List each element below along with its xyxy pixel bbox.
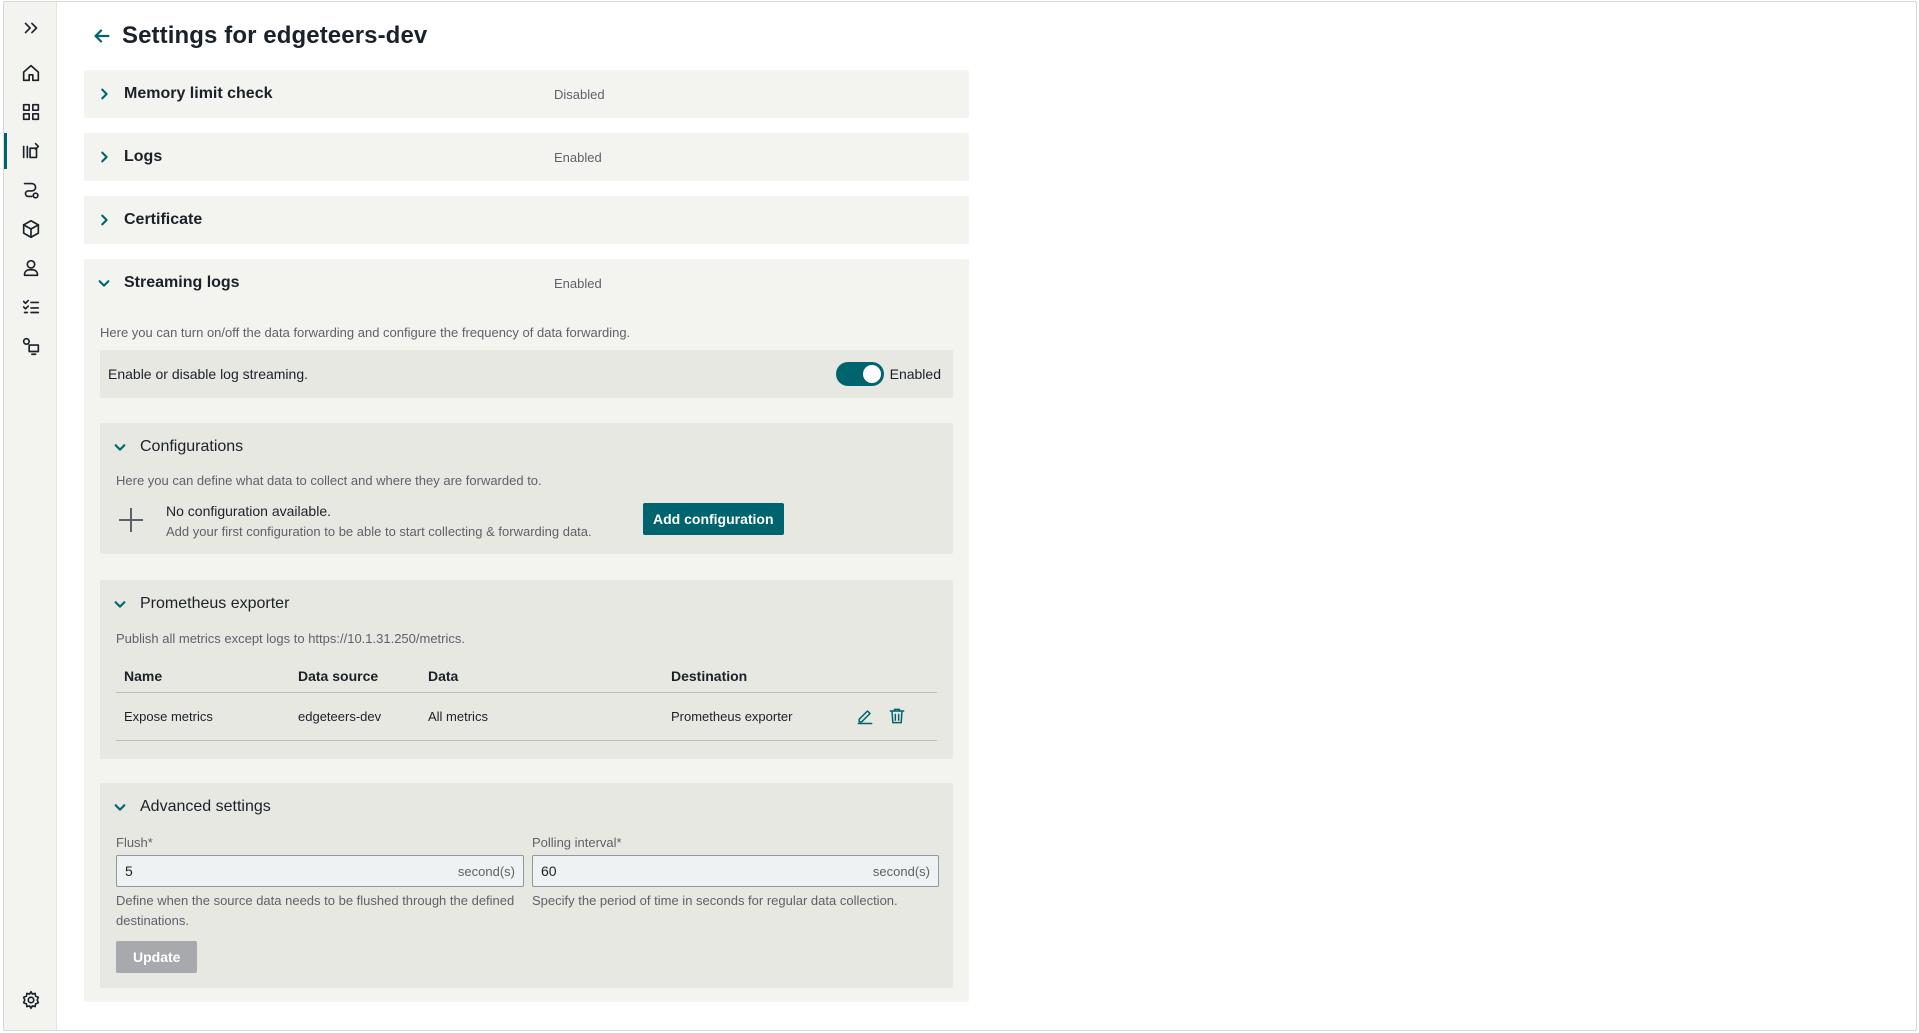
- chevron-right-icon: [101, 88, 108, 100]
- page-header: Settings for edgeteers-dev: [84, 20, 427, 52]
- chevron-down-icon: [98, 280, 110, 287]
- memory-limit-panel: Memory limit check Disabled: [84, 70, 969, 118]
- prometheus-exporter-panel: Prometheus exporter Publish all metrics …: [100, 580, 953, 759]
- sidebar-item-dashboard[interactable]: [4, 92, 57, 132]
- advanced-settings-panel: Advanced settings Flush* second(s) Defin…: [100, 783, 953, 988]
- polling-label: Polling interval*: [532, 835, 622, 850]
- cell-name: Expose metrics: [116, 692, 290, 741]
- column-header-data-source: Data source: [290, 660, 420, 693]
- sidebar-item-workflow[interactable]: [4, 170, 57, 210]
- certificate-panel: Certificate: [84, 196, 969, 244]
- checklist-icon: [22, 299, 39, 314]
- plus-icon: [116, 505, 146, 535]
- sidebar-item-settings[interactable]: [4, 980, 57, 1020]
- flush-field: second(s): [116, 855, 524, 887]
- sidebar: [4, 2, 57, 1030]
- library-icon: [22, 142, 39, 159]
- polling-field: second(s): [532, 855, 939, 887]
- column-header-name: Name: [116, 660, 290, 693]
- toggle-label: Enable or disable log streaming.: [108, 366, 309, 382]
- certificate-header[interactable]: Certificate: [84, 196, 969, 244]
- sub-title: Advanced settings: [140, 798, 271, 815]
- back-button[interactable]: [86, 20, 118, 52]
- polling-help: Specify the period of time in seconds fo…: [532, 893, 898, 908]
- gear-icon: [22, 990, 39, 1010]
- table-header-row: Name Data source Data Destination: [116, 660, 937, 693]
- streaming-logs-header[interactable]: Streaming logs Enabled: [84, 259, 969, 307]
- configurations-header[interactable]: Configurations: [100, 423, 243, 471]
- expand-icon: [24, 22, 37, 34]
- panel-title: Certificate: [124, 211, 203, 228]
- prometheus-exporter-header[interactable]: Prometheus exporter: [100, 580, 289, 628]
- empty-title: No configuration available.: [166, 503, 331, 519]
- column-header-destination: Destination: [663, 660, 843, 693]
- memory-limit-header[interactable]: Memory limit check Disabled: [84, 70, 969, 118]
- empty-text: Add your first configuration to be able …: [166, 524, 592, 539]
- home-icon: [22, 64, 39, 82]
- chevron-right-icon: [101, 151, 108, 163]
- panel-title: Memory limit check: [124, 85, 273, 102]
- arrow-left-icon: [94, 29, 110, 43]
- sub-title: Configurations: [140, 438, 244, 455]
- delete-button[interactable]: [883, 702, 911, 730]
- panel-title: Logs: [124, 148, 163, 165]
- streaming-description: Here you can turn on/off the data forwar…: [100, 325, 631, 340]
- empty-state: No configuration available. Add your fir…: [116, 503, 592, 539]
- log-streaming-toggle-row: Enable or disable log streaming. Enabled: [100, 350, 953, 398]
- column-header-actions: [843, 660, 937, 693]
- sub-title: Prometheus exporter: [140, 595, 290, 612]
- dashboard-grid-icon: [22, 103, 39, 121]
- add-configuration-button[interactable]: Add configuration: [643, 503, 784, 535]
- panel-title: Streaming logs: [124, 274, 240, 291]
- edit-button[interactable]: [851, 702, 879, 730]
- toggle-state: Enabled: [889, 366, 941, 382]
- logs-header[interactable]: Logs Enabled: [84, 133, 969, 181]
- app-frame: Settings for edgeteers-dev Memory limit …: [3, 1, 1917, 1031]
- cell-destination: Prometheus exporter: [663, 692, 843, 741]
- cell-actions: [843, 692, 937, 741]
- sidebar-item-home[interactable]: [4, 53, 57, 93]
- user-icon: [23, 259, 38, 277]
- column-header-data: Data: [420, 660, 663, 693]
- logs-panel: Logs Enabled: [84, 133, 969, 181]
- chevron-right-icon: [101, 214, 108, 226]
- status-text: Disabled: [554, 86, 605, 102]
- flush-label: Flush*: [116, 835, 153, 850]
- device-config-icon: [22, 337, 39, 356]
- page-title: Settings for edgeteers-dev: [122, 22, 428, 49]
- table-row: Expose metrics edgeteers-dev All metrics…: [116, 692, 937, 741]
- status-text: Enabled: [554, 149, 602, 165]
- sidebar-item-tasks[interactable]: [4, 287, 57, 327]
- sidebar-item-device-config[interactable]: [4, 326, 57, 366]
- exporter-table: Name Data source Data Destination Expose…: [116, 660, 937, 741]
- trash-icon: [889, 708, 905, 724]
- log-streaming-switch[interactable]: [835, 362, 884, 386]
- sidebar-item-users[interactable]: [4, 248, 57, 288]
- prometheus-description: Publish all metrics except logs to https…: [116, 631, 466, 646]
- cube-icon: [22, 219, 39, 239]
- advanced-settings-header[interactable]: Advanced settings: [100, 783, 271, 831]
- chevron-down-icon: [114, 444, 126, 451]
- polling-input[interactable]: [533, 856, 873, 886]
- update-button[interactable]: Update: [116, 941, 198, 973]
- polling-unit: second(s): [872, 863, 930, 879]
- streaming-logs-panel: Streaming logs Enabled Here you can turn…: [84, 259, 969, 1002]
- pencil-icon: [857, 710, 873, 725]
- cell-data: All metrics: [420, 692, 663, 741]
- chevron-down-icon: [114, 601, 126, 608]
- workflow-icon: [23, 182, 39, 199]
- flush-help: Define when the source data needs to be …: [116, 893, 515, 928]
- flush-unit: second(s): [457, 863, 515, 879]
- expand-sidebar-button[interactable]: [4, 8, 57, 48]
- chevron-down-icon: [114, 804, 126, 811]
- flush-input[interactable]: [117, 856, 458, 886]
- sidebar-item-library[interactable]: [4, 131, 57, 171]
- sidebar-item-apps[interactable]: [4, 209, 57, 249]
- configurations-description: Here you can define what data to collect…: [116, 473, 542, 488]
- configurations-panel: Configurations Here you can define what …: [100, 423, 953, 554]
- cell-data-source: edgeteers-dev: [290, 692, 420, 741]
- status-text: Enabled: [554, 275, 602, 291]
